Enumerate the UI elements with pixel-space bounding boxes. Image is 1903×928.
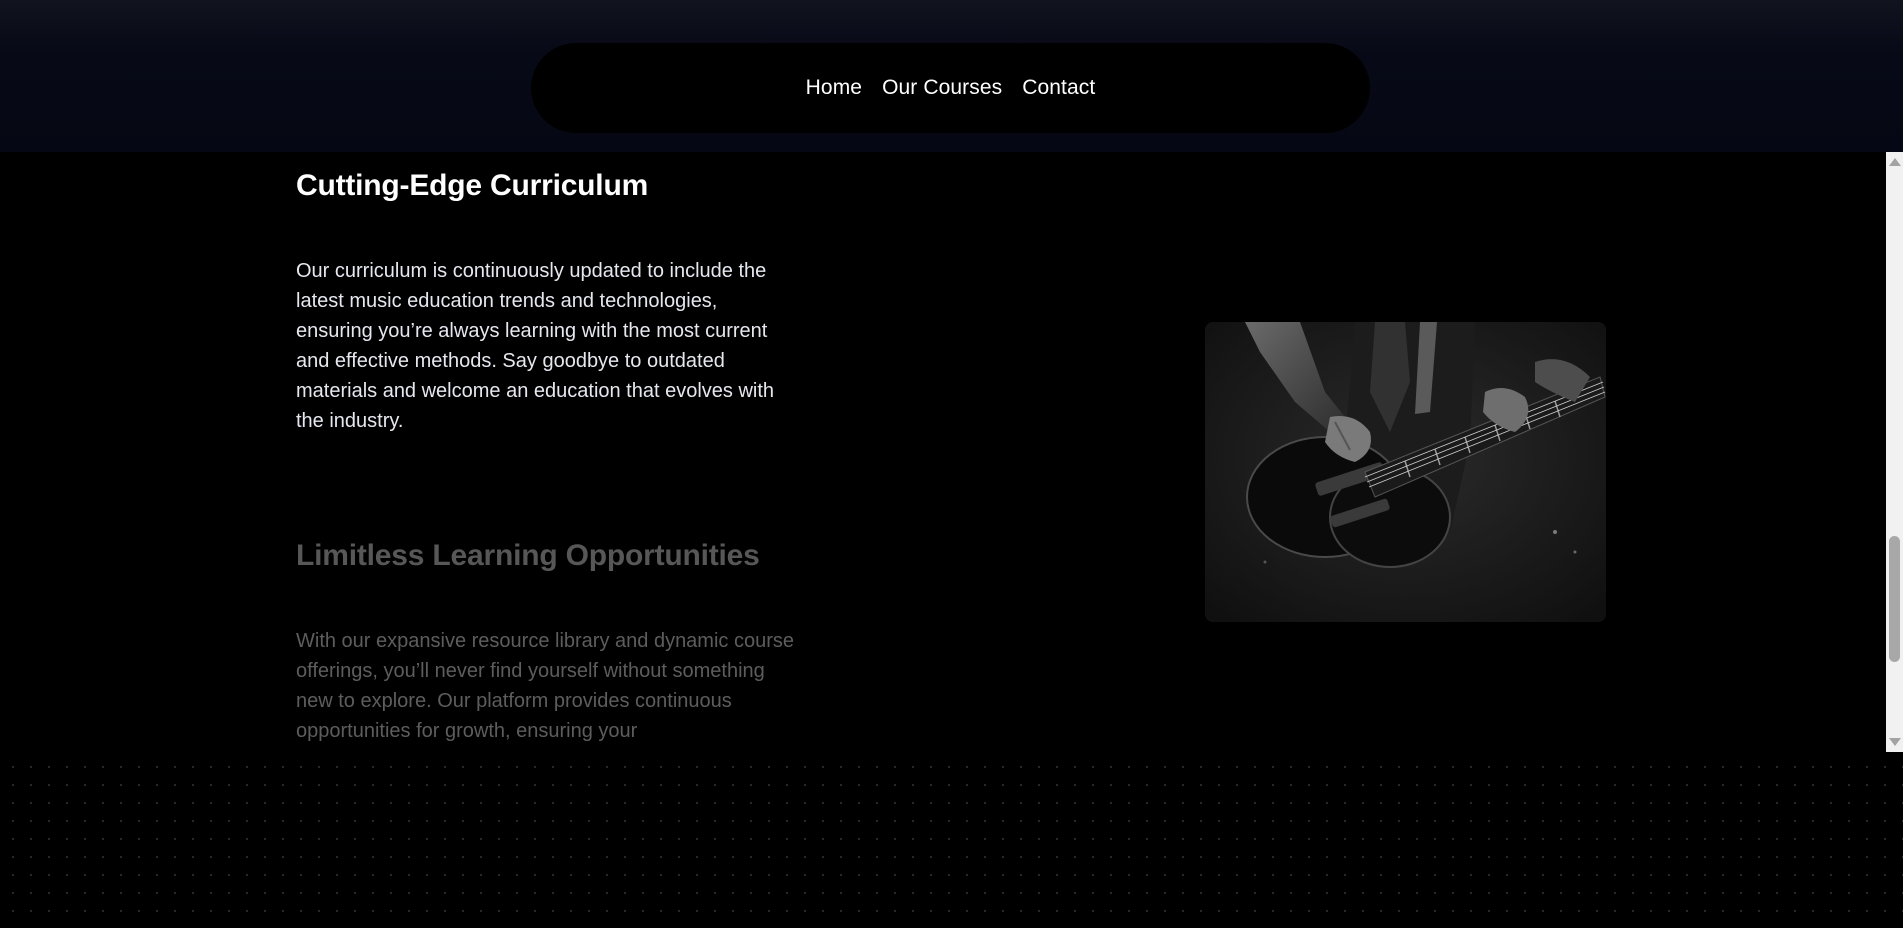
guitar-player-image (1205, 322, 1606, 622)
feature-title-cutting-edge: Cutting-Edge Curriculum (296, 169, 649, 202)
scroll-down-arrow-icon[interactable] (1889, 738, 1901, 746)
header-band: Home Our Courses Contact (0, 0, 1903, 152)
page: Home Our Courses Contact Cutting-Edge Cu… (0, 0, 1903, 928)
navbar: Home Our Courses Contact (531, 43, 1370, 133)
scroll-up-arrow-icon[interactable] (1889, 158, 1901, 166)
feature-body-limitless: With our expansive resource library and … (296, 630, 794, 742)
nav-home-link[interactable]: Home (806, 76, 862, 100)
scroll-thumb[interactable] (1889, 536, 1900, 662)
nav-contact-link[interactable]: Contact (1022, 76, 1095, 100)
nav-our-courses-link[interactable]: Our Courses (882, 76, 1002, 100)
dotted-background-section (0, 752, 1903, 928)
features-scroll-panel[interactable]: Cutting-Edge Curriculum Our curriculum i… (0, 152, 1903, 752)
feature-title-limitless: Limitless Learning Opportunities (296, 539, 760, 572)
feature-body-cutting-edge: Our curriculum is continuously updated t… (296, 260, 775, 432)
guitar-player-photo (1205, 322, 1606, 622)
panel-scrollbar[interactable] (1886, 152, 1903, 752)
